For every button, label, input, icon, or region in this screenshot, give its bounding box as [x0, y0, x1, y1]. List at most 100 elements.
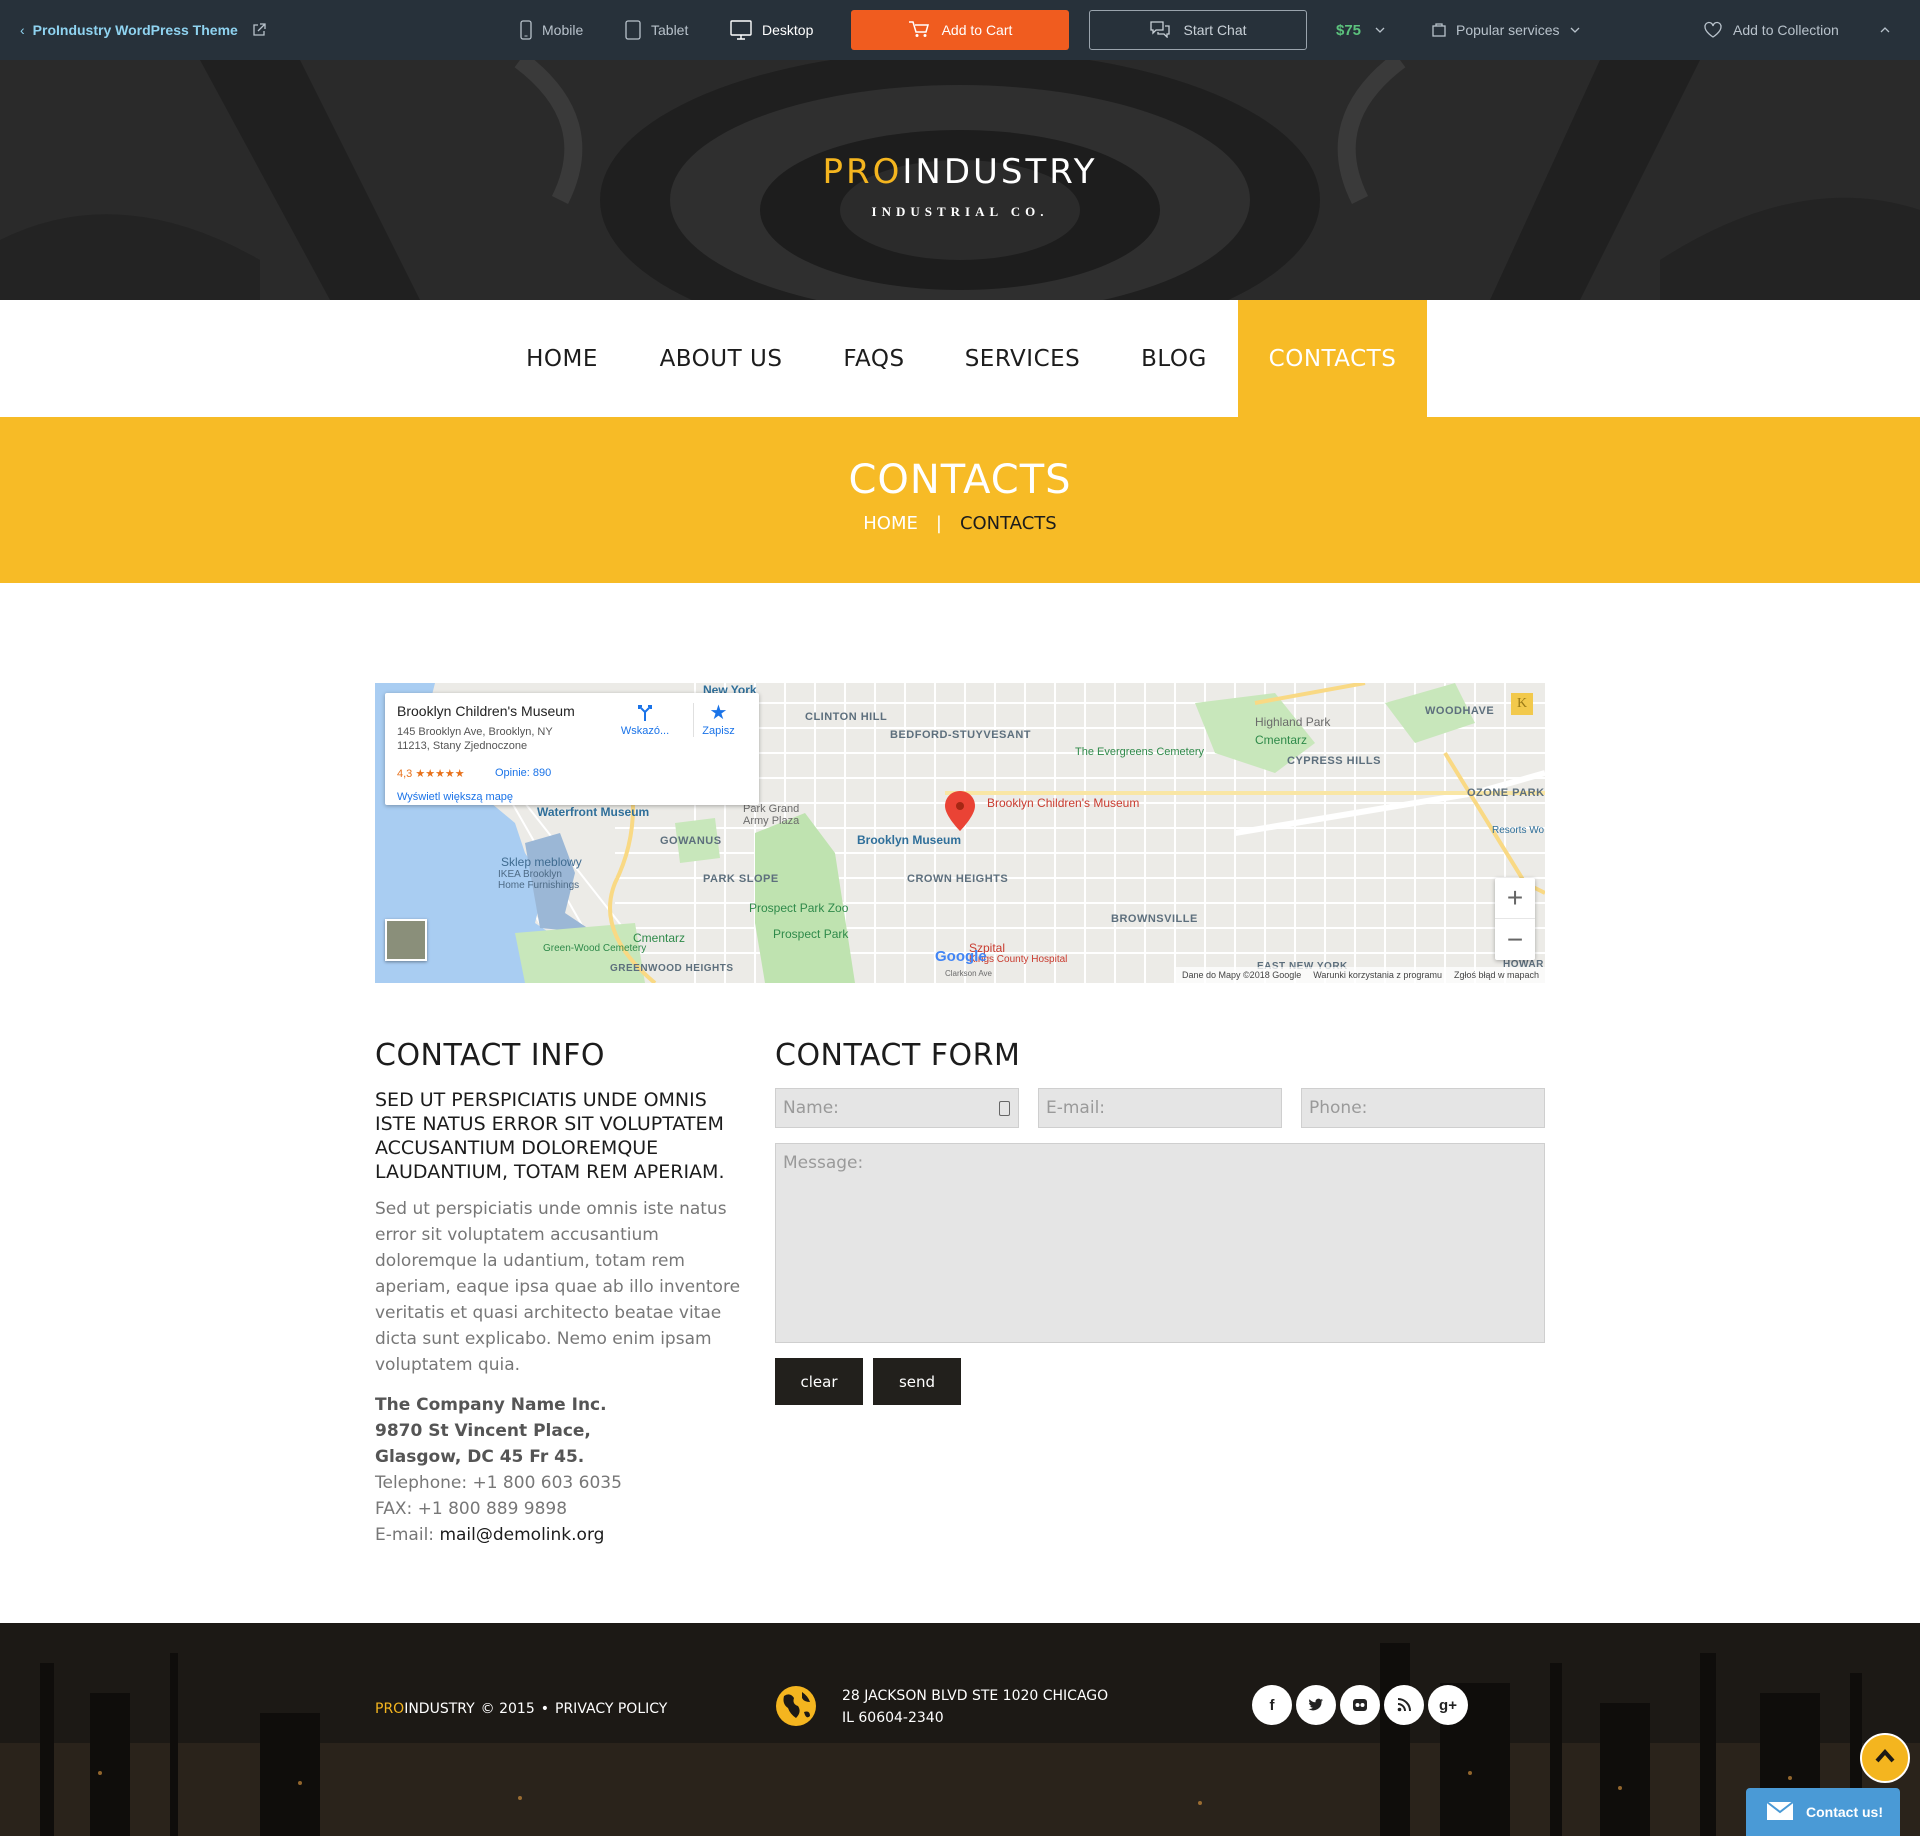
chevron-down-icon [1570, 27, 1580, 33]
page-title-band: CONTACTS HOME | CONTACTS [0, 417, 1920, 583]
map-label: WOODHAVE [1425, 705, 1495, 717]
globe-icon [774, 1684, 818, 1733]
popular-services-dropdown[interactable]: Popular services [1432, 0, 1580, 60]
phone-field[interactable]: Phone: [1301, 1088, 1545, 1128]
message-placeholder: Message: [783, 1153, 864, 1173]
message-field[interactable]: Message: [775, 1143, 1545, 1343]
map-label: GREENWOOD HEIGHTS [610, 963, 734, 974]
map-marker-label[interactable]: Brooklyn Children's Museum [987, 796, 1139, 810]
rss-icon[interactable] [1384, 1685, 1424, 1725]
map-terms-link[interactable]: Warunki korzystania z programu [1313, 970, 1442, 980]
company-city: Glasgow, DC 45 Fr 45. [375, 1447, 585, 1467]
price-dropdown[interactable]: $75 [1336, 0, 1385, 60]
place-info-card: Brooklyn Children's Museum 145 Brooklyn … [385, 693, 759, 805]
email-placeholder: E-mail: [1046, 1098, 1106, 1118]
facebook-icon[interactable]: f [1252, 1685, 1292, 1725]
bag-icon [1432, 23, 1446, 37]
scroll-to-top-button[interactable] [1860, 1733, 1910, 1783]
map-label: Cmentarz [1255, 733, 1308, 747]
satellite-toggle[interactable] [385, 919, 427, 961]
map-label: Prospect Park Zoo [749, 901, 849, 915]
price-value: $75 [1336, 21, 1362, 39]
map-badge: K [1511, 693, 1533, 715]
zoom-in-button[interactable]: + [1495, 878, 1535, 919]
name-field[interactable]: Name: [775, 1088, 1019, 1128]
popular-services-label: Popular services [1456, 22, 1560, 38]
chevron-up-icon [1875, 1748, 1895, 1768]
nav-item-home[interactable]: HOME [502, 300, 622, 417]
add-to-cart-label: Add to Cart [941, 22, 1013, 38]
collapse-bar-button[interactable] [1880, 0, 1890, 60]
nav-item-services[interactable]: SERVICES [945, 300, 1100, 417]
device-tablet-button[interactable]: Tablet [625, 0, 688, 60]
place-reviews-link[interactable]: Opinie: 890 [495, 767, 551, 779]
google-plus-icon[interactable]: g+ [1428, 1685, 1468, 1725]
directions-label: Wskazó... [620, 725, 670, 737]
mobile-icon [520, 20, 532, 40]
footer-bullet: • [540, 1701, 550, 1717]
heart-icon [1703, 21, 1723, 39]
directions-icon [615, 703, 675, 725]
email-field[interactable]: E-mail: [1038, 1088, 1282, 1128]
google-logo: Google [935, 948, 987, 965]
nav-item-contacts[interactable]: CONTACTS [1238, 300, 1427, 417]
place-address: 145 Brooklyn Ave, Brooklyn, NY 11213, St… [397, 726, 553, 752]
chevron-left-icon: ‹ [20, 22, 25, 38]
breadcrumb-current: CONTACTS [959, 513, 1057, 534]
clear-button[interactable]: clear [775, 1358, 863, 1405]
map-label: CROWN HEIGHTS [907, 873, 1009, 885]
send-button[interactable]: send [873, 1358, 961, 1405]
start-chat-button[interactable]: Start Chat [1089, 10, 1307, 50]
footer-brand-pro: PRO [375, 1701, 405, 1717]
contact-us-widget[interactable]: Contact us! [1746, 1788, 1900, 1836]
directions-button[interactable]: Wskazó... [615, 703, 675, 737]
map-label: PARK SLOPE [703, 873, 779, 885]
breadcrumb-separator: | [935, 513, 942, 534]
copyright-year: © 2015 [480, 1701, 535, 1717]
add-to-cart-button[interactable]: Add to Cart [851, 10, 1069, 50]
footer-copyright: PROINDUSTRY © 2015 • PRIVACY POLICY [375, 1701, 667, 1717]
autofill-icon[interactable] [999, 1101, 1010, 1116]
nav-item-about-us[interactable]: ABOUT US [636, 300, 806, 417]
add-to-collection-button[interactable]: Add to Collection [1703, 0, 1839, 60]
logo-pro: PRO [822, 152, 903, 192]
footer-brand-industry: INDUSTRY [404, 1701, 475, 1717]
nav-item-faqs[interactable]: FAQS [818, 300, 930, 417]
company-name: The Company Name Inc. [375, 1395, 607, 1415]
privacy-policy-link[interactable]: PRIVACY POLICY [555, 1701, 667, 1717]
contact-info-heading: CONTACT INFO [375, 1038, 605, 1073]
map-label: The Evergreens Cemetery [1075, 746, 1204, 758]
refinery-background-image [0, 1623, 1920, 1836]
footer-address-line2: IL 60604-2340 [842, 1710, 944, 1726]
view-larger-map-link[interactable]: Wyświetl większą mapę [397, 791, 513, 803]
save-place-button[interactable]: ★ Zapisz [693, 703, 743, 737]
map-label: Park Grand Army Plaza [743, 803, 800, 827]
map-report-link[interactable]: Zgłoś błąd w mapach [1454, 970, 1539, 980]
back-to-theme-link[interactable]: ‹ ProIndustry WordPress Theme [20, 0, 238, 60]
map-label: CYPRESS HILLS [1287, 755, 1381, 767]
flickr-icon[interactable] [1340, 1685, 1380, 1725]
envelope-icon [1766, 1800, 1794, 1824]
contact-info-lead: SED UT PERSPICIATIS UNDE OMNIS ISTE NATU… [375, 1089, 725, 1183]
google-map[interactable]: New York useum CLINTON HILL BEDFORD-STUY… [375, 683, 1545, 983]
twitter-icon[interactable] [1296, 1685, 1336, 1725]
star-icon: ★ [709, 702, 728, 724]
breadcrumb-home-link[interactable]: HOME [863, 513, 918, 534]
device-desktop-button[interactable]: Desktop [730, 0, 813, 60]
chat-icon [1149, 20, 1171, 41]
external-link-icon[interactable] [252, 0, 266, 60]
email-link[interactable]: mail@demolink.org [439, 1525, 604, 1545]
contact-form-heading: CONTACT FORM [775, 1038, 1021, 1073]
map-label: OZONE PARK [1467, 787, 1545, 799]
map-label: Sklep meblowy [501, 855, 582, 869]
map-attribution: Dane do Mapy ©2018 Google Warunki korzys… [1176, 967, 1545, 983]
device-mobile-button[interactable]: Mobile [520, 0, 583, 60]
preview-topbar: ‹ ProIndustry WordPress Theme Mobile Tab… [0, 0, 1920, 60]
site-logo[interactable]: PROINDUSTRY [0, 152, 1920, 192]
nav-item-blog[interactable]: BLOG [1112, 300, 1236, 417]
zoom-out-button[interactable]: − [1495, 919, 1535, 960]
map-label: BEDFORD-STUYVESANT [890, 729, 1032, 741]
email-label: E-mail: [375, 1525, 440, 1545]
save-label: Zapisz [702, 725, 735, 737]
chevron-down-icon [1375, 27, 1385, 33]
